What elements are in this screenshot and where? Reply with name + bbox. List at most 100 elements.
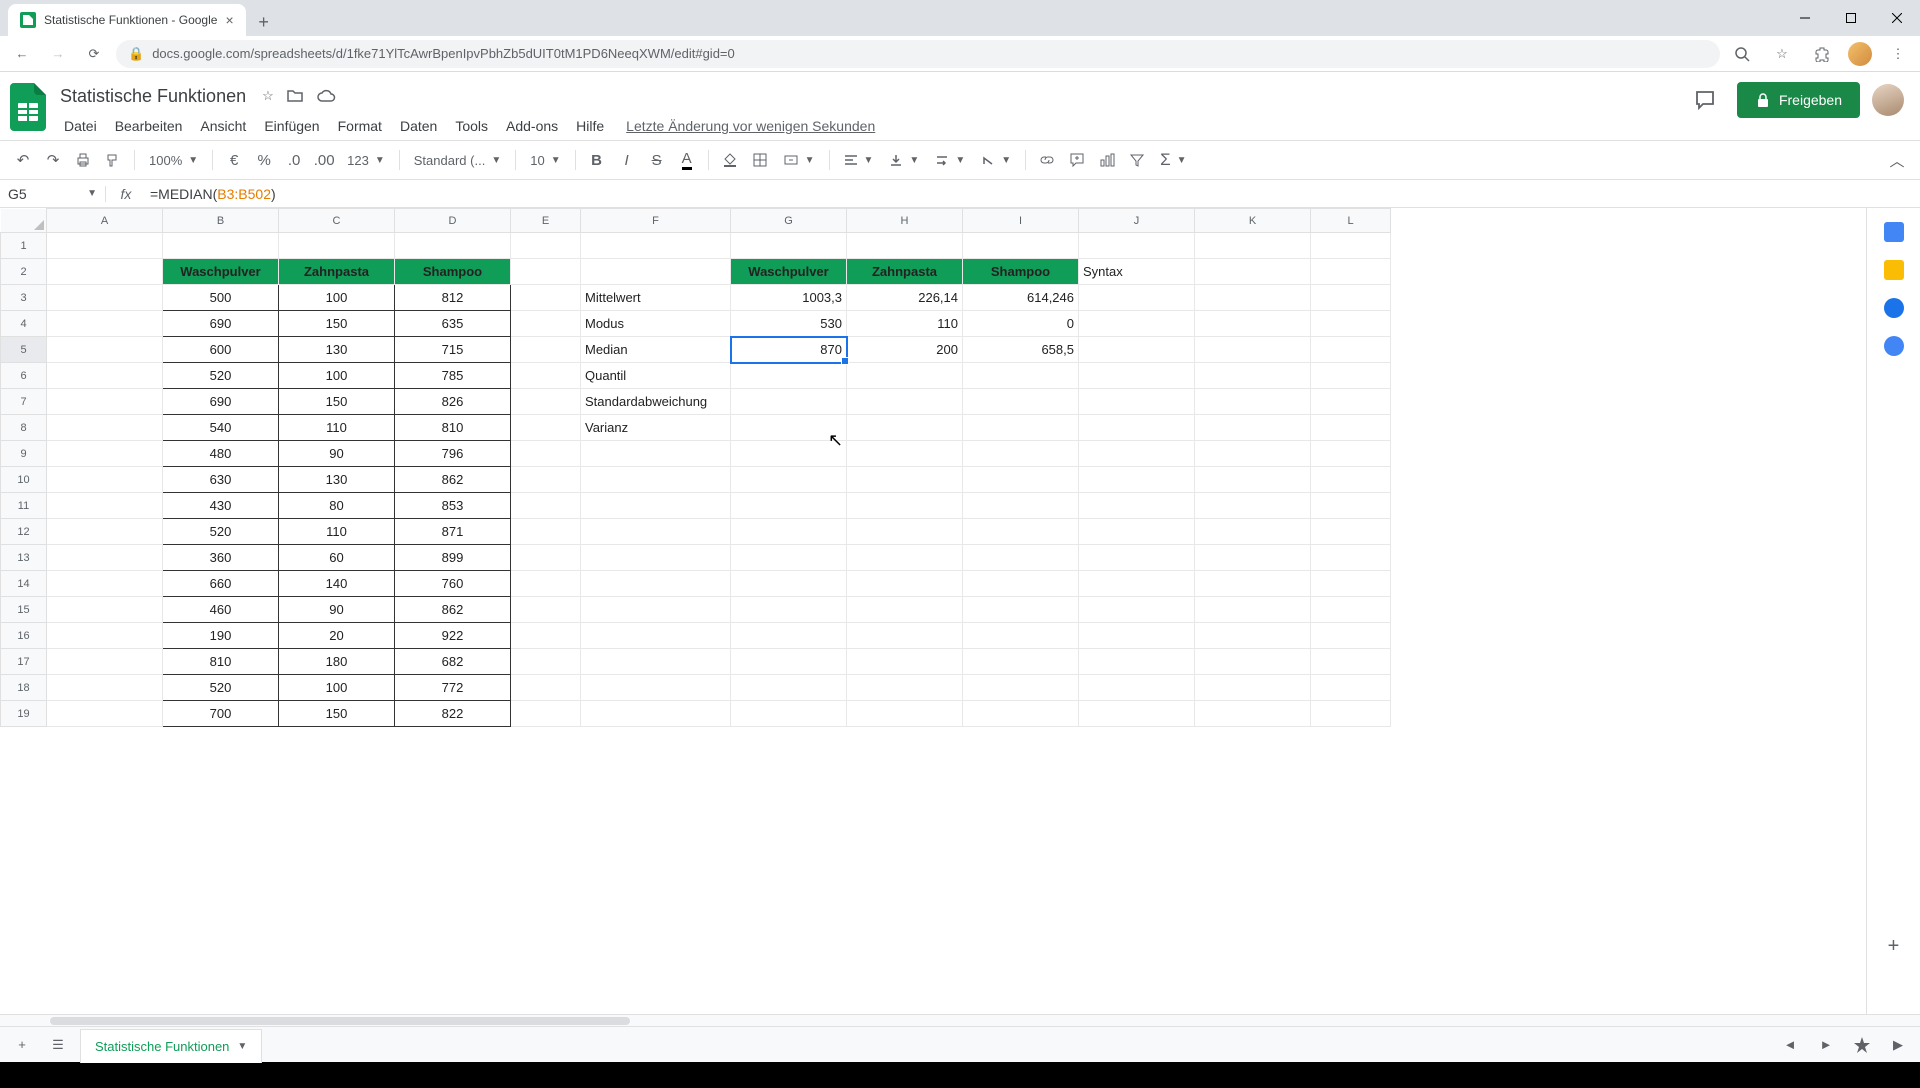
data-cell[interactable]: 715 bbox=[395, 337, 511, 363]
redo-button[interactable]: ↷ bbox=[40, 147, 66, 173]
data-cell[interactable]: 853 bbox=[395, 493, 511, 519]
cell[interactable] bbox=[581, 675, 731, 701]
col-head-L[interactable]: L bbox=[1311, 209, 1391, 233]
data-cell[interactable]: 110 bbox=[279, 415, 395, 441]
select-all-corner[interactable] bbox=[1, 209, 47, 233]
data-cell[interactable]: 130 bbox=[279, 337, 395, 363]
forward-button[interactable]: → bbox=[44, 40, 72, 68]
data-cell[interactable]: 90 bbox=[279, 441, 395, 467]
star-document-icon[interactable]: ☆ bbox=[262, 88, 274, 104]
row-head-12[interactable]: 12 bbox=[1, 519, 47, 545]
cell[interactable] bbox=[731, 363, 847, 389]
cell[interactable] bbox=[1311, 363, 1391, 389]
cell[interactable] bbox=[1195, 597, 1311, 623]
data-cell[interactable]: 100 bbox=[279, 363, 395, 389]
keep-icon[interactable] bbox=[1884, 260, 1904, 280]
comments-button[interactable] bbox=[1685, 80, 1725, 120]
data-cell[interactable]: 630 bbox=[163, 467, 279, 493]
cell[interactable] bbox=[1311, 415, 1391, 441]
cell[interactable] bbox=[731, 233, 847, 259]
sheets-logo-icon[interactable] bbox=[8, 80, 48, 134]
chrome-menu-icon[interactable]: ⋮ bbox=[1884, 40, 1912, 68]
data-cell[interactable]: 690 bbox=[163, 389, 279, 415]
cell[interactable] bbox=[847, 493, 963, 519]
cell[interactable] bbox=[1311, 233, 1391, 259]
cell[interactable] bbox=[1195, 493, 1311, 519]
stats-value[interactable]: 110 bbox=[847, 311, 963, 337]
data-cell[interactable]: 862 bbox=[395, 467, 511, 493]
data-cell[interactable]: 690 bbox=[163, 311, 279, 337]
data-cell[interactable]: 500 bbox=[163, 285, 279, 311]
calendar-icon[interactable] bbox=[1884, 222, 1904, 242]
cell[interactable] bbox=[731, 519, 847, 545]
cell[interactable] bbox=[47, 649, 163, 675]
data-cell[interactable]: 460 bbox=[163, 597, 279, 623]
move-document-icon[interactable] bbox=[286, 87, 304, 105]
cell[interactable] bbox=[1079, 623, 1195, 649]
cell[interactable] bbox=[1311, 493, 1391, 519]
cell[interactable] bbox=[1195, 467, 1311, 493]
cell[interactable] bbox=[511, 363, 581, 389]
cell[interactable] bbox=[731, 701, 847, 727]
menu-ansicht[interactable]: Ansicht bbox=[192, 114, 254, 138]
url-input[interactable]: 🔒 docs.google.com/spreadsheets/d/1fke71Y… bbox=[116, 40, 1720, 68]
cell[interactable] bbox=[731, 571, 847, 597]
cell[interactable] bbox=[731, 623, 847, 649]
col-head-I[interactable]: I bbox=[963, 209, 1079, 233]
cell[interactable] bbox=[1079, 311, 1195, 337]
strikethrough-button[interactable]: S bbox=[644, 147, 670, 173]
bold-button[interactable]: B bbox=[584, 147, 610, 173]
data-cell[interactable]: 922 bbox=[395, 623, 511, 649]
data-cell[interactable]: 520 bbox=[163, 363, 279, 389]
data-header[interactable]: Zahnpasta bbox=[279, 259, 395, 285]
all-sheets-button[interactable]: ☰ bbox=[44, 1031, 72, 1059]
cell[interactable] bbox=[511, 467, 581, 493]
wrap-button[interactable]: ▼ bbox=[929, 153, 971, 167]
cell[interactable] bbox=[847, 623, 963, 649]
menu-einfuegen[interactable]: Einfügen bbox=[256, 114, 327, 138]
data-header[interactable]: Waschpulver bbox=[163, 259, 279, 285]
col-head-E[interactable]: E bbox=[511, 209, 581, 233]
cell[interactable] bbox=[1195, 259, 1311, 285]
data-cell[interactable]: 150 bbox=[279, 701, 395, 727]
cell[interactable] bbox=[1195, 519, 1311, 545]
stats-label[interactable]: Mittelwert bbox=[581, 285, 731, 311]
row-head-2[interactable]: 2 bbox=[1, 259, 47, 285]
font-select[interactable]: Standard (...▼ bbox=[408, 153, 507, 168]
add-sheet-button[interactable]: + bbox=[8, 1031, 36, 1059]
star-icon[interactable]: ☆ bbox=[1768, 40, 1796, 68]
cell[interactable] bbox=[511, 493, 581, 519]
stats-label[interactable]: Median bbox=[581, 337, 731, 363]
col-head-F[interactable]: F bbox=[581, 209, 731, 233]
row-head-11[interactable]: 11 bbox=[1, 493, 47, 519]
last-edit-link[interactable]: Letzte Änderung vor wenigen Sekunden bbox=[626, 118, 875, 134]
cell[interactable] bbox=[847, 441, 963, 467]
stats-label[interactable]: Standardabweichung bbox=[581, 389, 731, 415]
data-cell[interactable]: 110 bbox=[279, 519, 395, 545]
cell[interactable] bbox=[847, 415, 963, 441]
percent-button[interactable]: % bbox=[251, 147, 277, 173]
data-cell[interactable]: 80 bbox=[279, 493, 395, 519]
stats-value[interactable]: 870 bbox=[731, 337, 847, 363]
cell[interactable] bbox=[47, 233, 163, 259]
cell[interactable] bbox=[47, 571, 163, 597]
menu-datei[interactable]: Datei bbox=[56, 114, 105, 138]
print-button[interactable] bbox=[70, 147, 96, 173]
profile-avatar[interactable] bbox=[1848, 42, 1872, 66]
cell[interactable] bbox=[395, 233, 511, 259]
cell[interactable] bbox=[963, 597, 1079, 623]
cell[interactable] bbox=[731, 493, 847, 519]
cell[interactable] bbox=[47, 493, 163, 519]
stats-value[interactable]: 530 bbox=[731, 311, 847, 337]
col-head-J[interactable]: J bbox=[1079, 209, 1195, 233]
data-cell[interactable]: 826 bbox=[395, 389, 511, 415]
row-head-19[interactable]: 19 bbox=[1, 701, 47, 727]
explore-button[interactable] bbox=[1848, 1031, 1876, 1059]
data-cell[interactable]: 190 bbox=[163, 623, 279, 649]
stats-value[interactable]: 0 bbox=[963, 311, 1079, 337]
cell[interactable] bbox=[731, 467, 847, 493]
cell[interactable] bbox=[963, 441, 1079, 467]
scroll-left-button[interactable]: ◄ bbox=[1776, 1031, 1804, 1059]
data-cell[interactable]: 810 bbox=[395, 415, 511, 441]
menu-hilfe[interactable]: Hilfe bbox=[568, 114, 612, 138]
